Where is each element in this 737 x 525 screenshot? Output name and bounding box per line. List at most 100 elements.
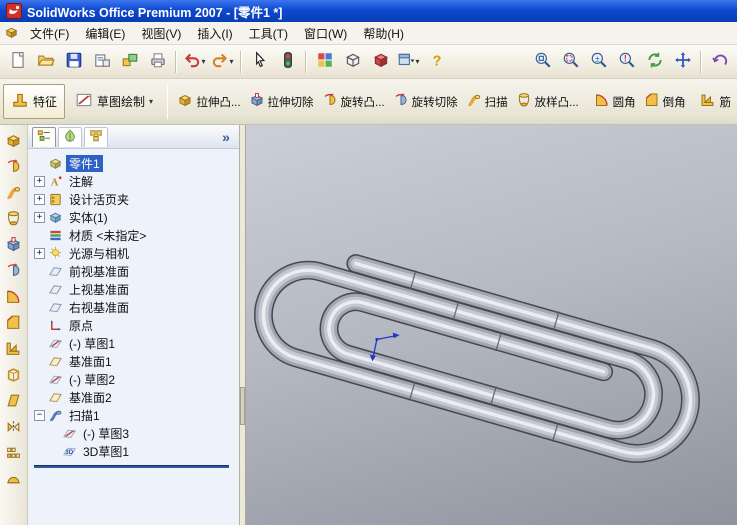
commandmanager-separator — [167, 84, 169, 119]
make-drawing-button[interactable] — [88, 49, 115, 74]
chamfer-button-label: 倒角 — [662, 96, 686, 109]
tree-item-top-plane[interactable]: 上视基准面 — [32, 280, 239, 298]
dropdown-arrow-icon[interactable]: ▾ — [229, 57, 233, 66]
tree-item-sketch3[interactable]: (-) 草图3 — [32, 424, 239, 442]
save-button[interactable] — [60, 49, 87, 74]
tree-expander[interactable]: + — [34, 193, 45, 205]
tree-item-plane1[interactable]: 基准面1 — [32, 352, 239, 370]
tree-item-part[interactable]: 零件1 — [32, 154, 239, 172]
menu-item-view[interactable]: 视图(V) — [133, 22, 189, 45]
open-folder-icon — [37, 51, 55, 72]
linear-pattern-button[interactable] — [2, 442, 25, 465]
menu-item-window[interactable]: 窗口(W) — [296, 22, 355, 45]
lofted-boss-button[interactable] — [2, 208, 25, 231]
menu-item-tools[interactable]: 工具(T) — [241, 22, 296, 45]
extruded-boss-button[interactable] — [2, 130, 25, 153]
title-bar: SolidWorks Office Premium 2007 - [零件1 *] — [0, 0, 737, 22]
extruded-cut-button[interactable]: 拉伸切除 — [246, 88, 317, 115]
standard-views-cube-icon — [372, 51, 390, 72]
make-assembly-button[interactable] — [116, 49, 143, 74]
zoom-to-fit-button[interactable] — [529, 49, 556, 74]
swept-boss-button[interactable]: 扫描 — [463, 88, 511, 115]
paperclip-model[interactable] — [246, 125, 737, 525]
rib-button[interactable]: 筋 — [697, 88, 734, 115]
lights-cameras-icon — [48, 246, 63, 261]
menu-item-insert[interactable]: 插入(I) — [189, 22, 240, 45]
previous-view-button[interactable] — [706, 49, 733, 74]
rotate-view-button[interactable] — [641, 49, 668, 74]
revolved-cut-button[interactable] — [2, 260, 25, 283]
extruded-boss-button[interactable]: 拉伸凸... — [174, 88, 243, 115]
menu-item-edit[interactable]: 编辑(E) — [77, 22, 133, 45]
dropdown-arrow-icon[interactable]: ▾ — [149, 97, 153, 106]
tree-item-plane2[interactable]: 基准面2 — [32, 388, 239, 406]
tree-item-origin[interactable]: 原点 — [32, 316, 239, 334]
dropdown-arrow-icon[interactable]: ▾ — [201, 57, 205, 66]
tree-item-material[interactable]: 材质 <未指定> — [32, 226, 239, 244]
tree-item-front-plane[interactable]: 前视基准面 — [32, 262, 239, 280]
help-button[interactable]: ? — [423, 49, 450, 74]
tree-item-plane2-label: 基准面2 — [69, 390, 112, 405]
edit-color-button[interactable] — [311, 49, 338, 74]
propertymanager-tab[interactable] — [58, 126, 82, 147]
tree-item-lights-cameras[interactable]: + 光源与相机 — [32, 244, 239, 262]
tree-item-right-plane[interactable]: 右视基准面 — [32, 298, 239, 316]
undo-button[interactable]: ▾ — [181, 49, 208, 74]
revolved-cut-button[interactable]: 旋转切除 — [390, 88, 461, 115]
dropdown-arrow-icon[interactable]: ▾ — [415, 57, 419, 66]
standard-views-button[interactable] — [367, 49, 394, 74]
zoom-in-out-button[interactable]: ± — [585, 49, 612, 74]
rollback-bar[interactable] — [34, 465, 229, 468]
menu-item-file[interactable]: 文件(F) — [22, 22, 77, 45]
fillet-icon — [594, 92, 610, 111]
zoom-to-selection-button[interactable]: ! — [613, 49, 640, 74]
collapse-panel-button[interactable]: » — [217, 129, 235, 145]
tree-expander[interactable]: + — [34, 175, 45, 187]
print-button[interactable] — [144, 49, 171, 74]
graphics-area[interactable] — [246, 125, 737, 525]
tab-features[interactable]: 特征 — [3, 84, 66, 119]
splitter-handle[interactable] — [240, 387, 245, 425]
featuremanager-tab[interactable] — [32, 126, 56, 147]
part-document-icon — [4, 25, 20, 41]
tab-sketch[interactable]: 草图绘制 ▾ — [67, 84, 161, 119]
tree-item-solid-bodies[interactable]: + 实体(1) — [32, 208, 239, 226]
pan-button[interactable] — [669, 49, 696, 74]
zoom-to-area-button[interactable] — [557, 49, 584, 74]
rib-button[interactable] — [2, 338, 25, 361]
chamfer-button[interactable] — [2, 312, 25, 335]
lofted-boss-button[interactable]: 放样凸... — [513, 88, 582, 115]
new-document-button[interactable] — [4, 49, 31, 74]
rotate-view-icon — [646, 51, 664, 72]
toolbar-separator — [240, 50, 242, 73]
revolved-boss-button[interactable] — [2, 156, 25, 179]
extruded-cut-button[interactable] — [2, 234, 25, 257]
dome-button[interactable] — [2, 468, 25, 491]
swept-boss-button[interactable] — [2, 182, 25, 205]
tree-item-sweep1[interactable]: − 扫描1 — [32, 406, 239, 424]
mirror-button[interactable] — [2, 416, 25, 439]
open-folder-button[interactable] — [32, 49, 59, 74]
shell-button[interactable] — [2, 364, 25, 387]
display-style-button[interactable] — [339, 49, 366, 74]
revolved-boss-button[interactable]: 旋转凸... — [319, 88, 388, 115]
tree-expander[interactable]: + — [34, 211, 45, 223]
tree-expander[interactable]: − — [34, 409, 45, 421]
configmanager-tab[interactable] — [84, 126, 108, 147]
select-button[interactable] — [246, 49, 273, 74]
tree-item-sketch2[interactable]: (-) 草图2 — [32, 370, 239, 388]
tree-item-annotations[interactable]: + A 注解 — [32, 172, 239, 190]
tree-item-3dsketch1[interactable]: 3D 3D草图1 — [32, 442, 239, 460]
redo-button[interactable]: ▾ — [209, 49, 236, 74]
rebuild-button[interactable] — [274, 49, 301, 74]
fillet-button[interactable]: 圆角 — [591, 88, 639, 115]
draft-button[interactable] — [2, 390, 25, 413]
featuremanager-tab-icon — [37, 129, 51, 146]
chamfer-button[interactable]: 倒角 — [641, 88, 689, 115]
tree-item-sketch1[interactable]: (-) 草图1 — [32, 334, 239, 352]
tree-expander[interactable]: + — [34, 247, 45, 259]
menu-item-help[interactable]: 帮助(H) — [355, 22, 412, 45]
fillet-button[interactable] — [2, 286, 25, 309]
tree-item-design-binder[interactable]: + 设计活页夹 — [32, 190, 239, 208]
view-orientation-button[interactable]: ▾ — [395, 49, 422, 74]
